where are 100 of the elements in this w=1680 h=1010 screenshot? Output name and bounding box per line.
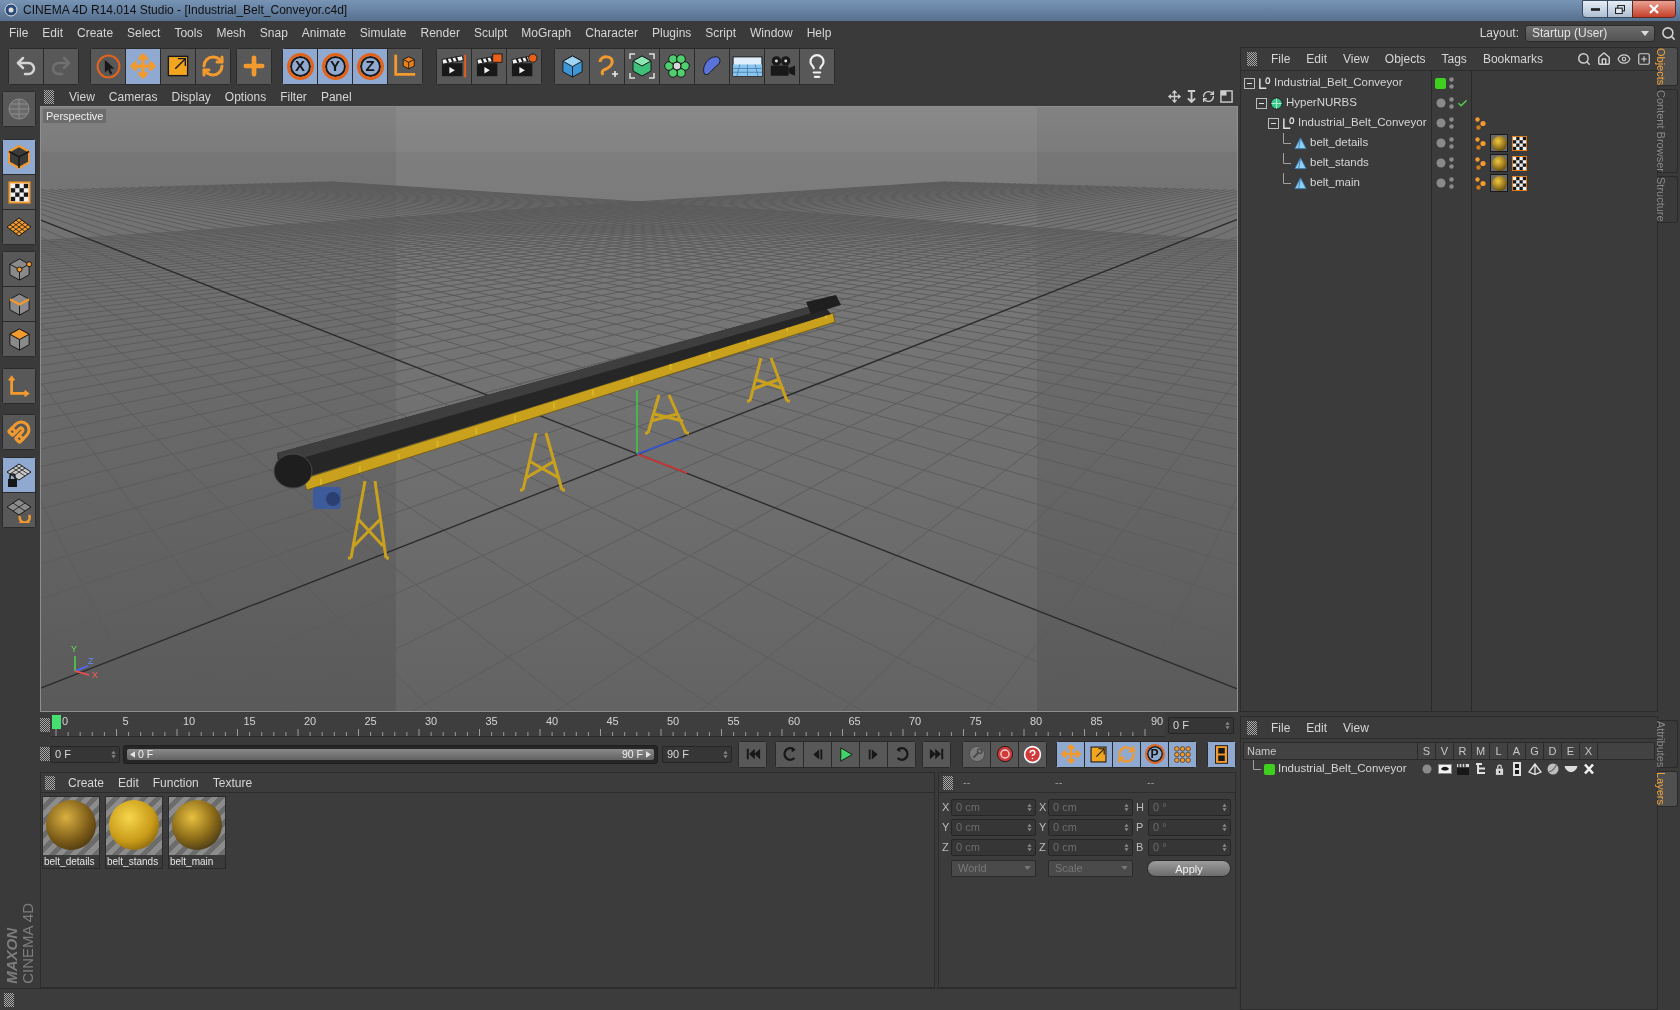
two-dots-icon[interactable]: [1449, 157, 1454, 169]
grip-icon[interactable]: [44, 89, 54, 104]
two-dots-icon[interactable]: [1449, 177, 1454, 189]
end-frame-field[interactable]: 90 F: [662, 745, 732, 763]
column-header[interactable]: E: [1562, 743, 1580, 759]
viewport-menu-item[interactable]: Filter: [273, 87, 314, 106]
coordinate-system-button[interactable]: [387, 47, 423, 85]
layout-dropdown[interactable]: Startup (User): [1525, 24, 1655, 42]
column-header[interactable]: A: [1508, 743, 1526, 759]
dot-icon[interactable]: [1436, 118, 1446, 128]
previous-key-button[interactable]: [775, 740, 804, 768]
object-name[interactable]: Industrial_Belt_Conveyor: [1274, 74, 1403, 92]
playhead-marker[interactable]: [52, 715, 61, 729]
column-header[interactable]: S: [1418, 743, 1436, 759]
sphere-tag-icon[interactable]: [1490, 154, 1508, 172]
model-mode-button[interactable]: [2, 139, 36, 175]
check-icon[interactable]: [1457, 97, 1468, 109]
texture-mode-button[interactable]: [2, 174, 36, 210]
play-button[interactable]: [831, 740, 860, 768]
keyframe-selection-button[interactable]: [1018, 740, 1047, 768]
dots-tag-icon[interactable]: [1475, 156, 1486, 170]
select-tool-button[interactable]: [90, 47, 126, 85]
undo-button[interactable]: [8, 47, 44, 85]
sphere-tag-icon[interactable]: [1490, 134, 1508, 152]
pyramid-outline-icon[interactable]: [1528, 763, 1542, 775]
column-header[interactable]: X: [1580, 743, 1598, 759]
menu-item[interactable]: Help: [799, 23, 839, 43]
zoom-arrow-icon[interactable]: [1186, 90, 1197, 103]
scale-tool-button[interactable]: [160, 47, 196, 85]
menu-item[interactable]: Animate: [294, 23, 353, 43]
grip-icon[interactable]: [1247, 720, 1257, 735]
column-header[interactable]: M: [1472, 743, 1490, 759]
viewport-menu-item[interactable]: View: [62, 87, 102, 106]
panel-menu-item[interactable]: Create: [61, 773, 112, 792]
checker-tag-icon[interactable]: [1512, 135, 1527, 151]
two-dots-icon[interactable]: [1449, 77, 1454, 89]
menu-item[interactable]: Window: [743, 23, 800, 43]
menu-item[interactable]: Select: [120, 23, 168, 43]
grip-icon[interactable]: [943, 775, 953, 790]
object-name[interactable]: belt_stands: [1310, 154, 1369, 172]
move-tool-button[interactable]: [125, 47, 161, 85]
plus-square-icon[interactable]: [1637, 52, 1651, 66]
panel-menu-item[interactable]: File: [1263, 718, 1299, 737]
record-key-button[interactable]: [962, 740, 991, 768]
panel-menu-item[interactable]: Tags: [1433, 50, 1475, 68]
add-deformer-button[interactable]: [694, 47, 730, 85]
grip-icon[interactable]: [4, 992, 14, 1007]
add-subdivision-button[interactable]: [624, 47, 660, 85]
dot-icon[interactable]: [1422, 764, 1432, 774]
position-key-toggle[interactable]: [1056, 740, 1085, 768]
add-cube-button[interactable]: [554, 47, 590, 85]
eye-icon[interactable]: [1617, 52, 1631, 66]
two-dots-icon[interactable]: [1449, 137, 1454, 149]
menu-item[interactable]: Script: [698, 23, 743, 43]
menu-item[interactable]: File: [2, 23, 36, 43]
viewport-canvas[interactable]: Perspective Y Z X: [40, 106, 1238, 712]
rotate-tool-button[interactable]: [195, 47, 231, 85]
polygons-mode-button[interactable]: [2, 321, 36, 357]
panel-menu-item[interactable]: Function: [145, 773, 206, 792]
menu-item[interactable]: Mesh: [209, 23, 253, 43]
grip-icon[interactable]: [40, 718, 50, 732]
maximize-view-icon[interactable]: [1220, 90, 1233, 103]
workplane-mode-button[interactable]: [2, 209, 36, 245]
restore-button[interactable]: [1607, 0, 1633, 18]
start-frame-field[interactable]: 0 F: [50, 745, 120, 763]
tree-toggle-icon[interactable]: [1256, 97, 1267, 109]
dot-icon[interactable]: [1436, 178, 1446, 188]
menu-item[interactable]: Sculpt: [466, 23, 515, 43]
viewport-menu-item[interactable]: Display: [164, 87, 218, 106]
render-button[interactable]: [471, 47, 507, 85]
grip-icon[interactable]: [1247, 52, 1257, 66]
minimize-button[interactable]: [1582, 0, 1608, 18]
axis-mode-button[interactable]: [2, 368, 36, 404]
panel-menu-item[interactable]: Texture: [205, 773, 260, 792]
layer-color-swatch[interactable]: [1435, 77, 1446, 89]
grip-icon[interactable]: [45, 775, 55, 790]
move-arrows-icon[interactable]: [1168, 90, 1181, 103]
menu-item[interactable]: Render: [413, 23, 467, 43]
dots-tag-icon[interactable]: [1475, 136, 1486, 150]
panel-menu-item[interactable]: Bookmarks: [1474, 50, 1551, 68]
menu-item[interactable]: MoGraph: [514, 23, 579, 43]
dot-icon[interactable]: [1436, 158, 1446, 168]
axis-lock-button[interactable]: X: [282, 47, 318, 85]
close-button[interactable]: [1632, 0, 1676, 18]
object-name[interactable]: Industrial_Belt_Conveyor: [1298, 114, 1427, 132]
dots-tag-icon[interactable]: [1475, 176, 1486, 190]
next-key-button[interactable]: [887, 740, 916, 768]
add-floor-button[interactable]: [729, 47, 765, 85]
point-level-toggle[interactable]: [1168, 740, 1197, 768]
snap-button[interactable]: [2, 492, 36, 528]
layer-color-swatch[interactable]: [1264, 763, 1275, 775]
dot-icon[interactable]: [1436, 138, 1446, 148]
render-button[interactable]: [506, 47, 542, 85]
grip-icon[interactable]: [40, 747, 50, 761]
column-header[interactable]: V: [1436, 743, 1454, 759]
film-strip-icon[interactable]: [1513, 762, 1521, 776]
column-header[interactable]: D: [1544, 743, 1562, 759]
rotation-key-toggle[interactable]: [1112, 740, 1141, 768]
go-to-start-button[interactable]: [738, 740, 767, 768]
two-dots-icon[interactable]: [1449, 117, 1454, 129]
